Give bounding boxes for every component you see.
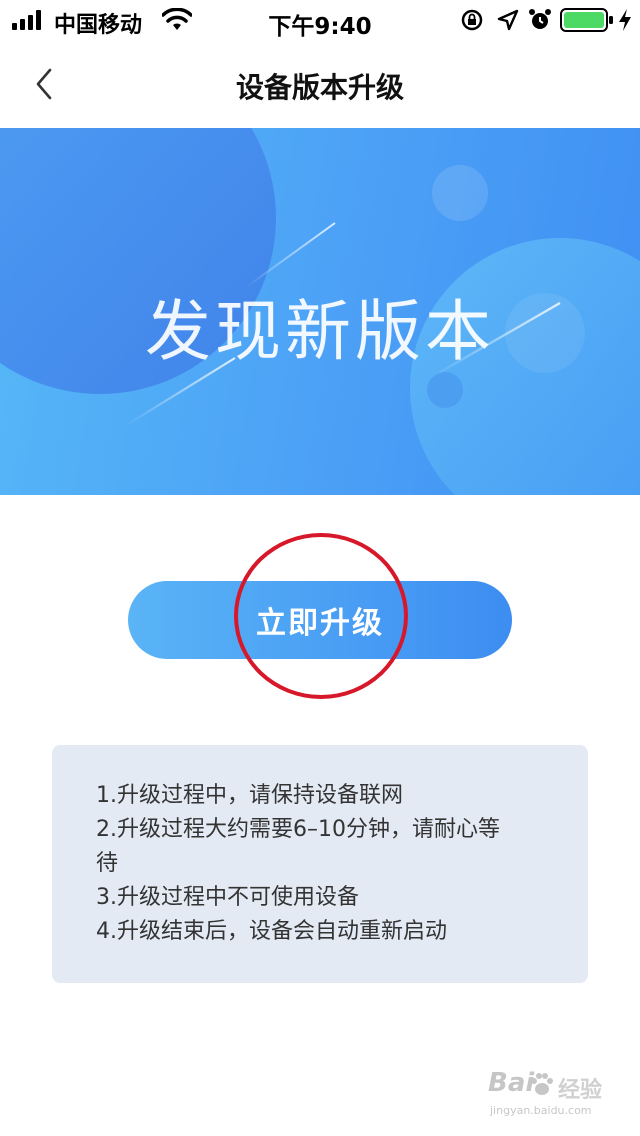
alarm-icon bbox=[529, 9, 551, 29]
note-line: 待 bbox=[96, 851, 119, 876]
location-arrow-icon bbox=[497, 9, 519, 31]
battery-icon bbox=[560, 8, 613, 32]
upgrade-notes: 1.升级过程中，请保持设备联网 2.升级过程大约需要6–10分钟，请耐心等 待 … bbox=[52, 745, 588, 983]
page-title: 设备版本升级 bbox=[235, 71, 404, 104]
note-line: 1.升级过程中，请保持设备联网 bbox=[96, 783, 403, 808]
watermark-url: jingyan.baidu.com bbox=[490, 1104, 592, 1117]
nav-bar: 设备版本升级 bbox=[0, 40, 640, 128]
upgrade-now-button[interactable]: 立即升级 bbox=[128, 581, 512, 659]
new-version-banner: 发现新版本 bbox=[0, 128, 640, 495]
watermark-brand: 经验 bbox=[558, 1078, 603, 1103]
note-line: 2.升级过程大约需要6–10分钟，请耐心等 bbox=[96, 817, 500, 842]
note-line: 4.升级结束后，设备会自动重新启动 bbox=[96, 919, 447, 944]
charging-bolt-icon bbox=[619, 9, 631, 31]
baidu-jingyan-watermark: Bai 经验 jingyan.baidu.com bbox=[488, 1068, 618, 1118]
status-bar: 中国移动 下午9:40 bbox=[0, 0, 640, 40]
note-line: 3.升级过程中不可使用设备 bbox=[96, 885, 359, 910]
rotation-lock-icon bbox=[461, 9, 483, 31]
paw-icon bbox=[531, 1073, 553, 1095]
banner-title: 发现新版本 bbox=[145, 293, 495, 370]
